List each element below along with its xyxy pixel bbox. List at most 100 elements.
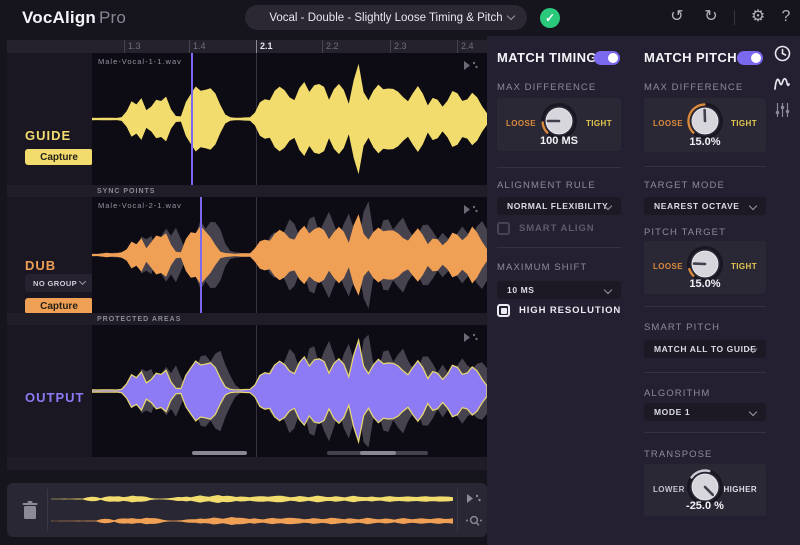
help-button[interactable]: ? [775,7,797,27]
loose-label: LOOSE [653,119,684,128]
horizontal-scrollbar-left[interactable] [192,451,247,455]
timeline-tick [322,40,323,53]
high-resolution-checkbox[interactable]: HIGH RESOLUTION [497,304,621,317]
pitch-target-knob[interactable]: LOOSE TIGHT 15.0% [644,241,766,294]
dub-track-options-icon[interactable] [463,203,479,216]
sliders-icon[interactable] [775,102,790,118]
gear-icon: ⚙ [750,8,766,25]
dub-waveform [92,201,487,309]
algorithm-dropdown[interactable]: MODE 1 [644,403,766,421]
chevron-down-icon [748,201,758,211]
target-mode-value: NEAREST OCTAVE [654,201,740,211]
guide-track-label: GUIDE [25,128,72,143]
protected-areas-strip[interactable]: PROTECTED AREAS [7,313,487,325]
section-divider [644,166,766,167]
timeline-tick-label: 2.3 [394,41,407,51]
guide-track-options-icon[interactable] [463,59,479,72]
overview-separator [47,489,48,531]
timing-max-difference-knob[interactable]: LOOSE TIGHT 100 MS [497,98,621,151]
match-timing-toggle[interactable] [594,51,620,65]
toolbar-divider [734,10,735,25]
check-glyph: ✓ [544,11,556,25]
output-track-options-icon[interactable] [463,331,479,344]
logo-secondary: Pro [99,8,127,27]
knob-value: 100 MS [540,135,578,147]
chevron-down-icon [506,11,516,21]
track-label-column: GUIDE Capture DUB NO GROUP Capture OUTPU… [7,53,93,457]
dub-file-name: Male-Vocal-2-1.wav [98,201,182,210]
timeline-tick [124,40,125,53]
match-pitch-toggle[interactable] [737,51,763,65]
redo-icon: ↻ [704,8,718,25]
alignment-rule-dropdown[interactable]: NORMAL FLEXIBILITY [497,197,621,215]
algorithm-label: ALGORITHM [644,388,711,399]
timeline-ruler[interactable]: 1.3 1.4 2.1 2.2 2.3 2.4 [7,40,487,53]
sync-points-strip[interactable]: SYNC POINTS [7,185,487,197]
timeline-tick [457,40,458,53]
match-pitch-title: MATCH PITCH [644,50,737,65]
dub-group-dropdown[interactable]: NO GROUP [25,274,93,292]
tight-label: TIGHT [586,119,612,128]
preset-dropdown[interactable]: Vocal - Double - Slightly Loose Timing &… [245,5,527,30]
overview-guide-waveform[interactable] [51,489,453,509]
output-waveform [92,334,487,448]
horizontal-scrollbar-right[interactable] [327,451,428,455]
transpose-label: TRANSPOSE [644,449,713,460]
timeline-tick-label: 2.1 [260,41,273,51]
section-divider [644,306,766,307]
pitch-max-difference-label: MAX DIFFERENCE [644,82,744,93]
timeline-tick-label: 2.2 [326,41,339,51]
overview-marker-icon[interactable] [466,492,482,505]
pitch-curve-icon[interactable] [773,74,791,91]
guide-capture-button[interactable]: Capture [25,149,93,165]
knob-value: 15.0% [689,136,721,148]
guide-playhead[interactable] [191,53,193,185]
overview-zoom-icon[interactable] [465,514,483,528]
tight-label: TIGHT [731,119,757,128]
top-bar: VocAlign Pro Vocal - Double - Slightly Lo… [0,0,800,36]
trash-icon[interactable] [20,500,40,521]
overview-dub-waveform[interactable] [51,511,453,531]
section-divider [497,247,621,248]
smart-pitch-label: SMART PITCH [644,322,721,333]
smart-pitch-dropdown[interactable]: MATCH ALL TO GUIDE [644,340,766,358]
chevron-down-icon [603,285,613,295]
checkbox-checked-icon [497,304,510,317]
guide-waveform [92,63,487,175]
pitch-target-label: PITCH TARGET [644,227,726,238]
higher-label: HIGHER [723,485,757,494]
dub-playhead[interactable] [200,197,202,313]
scrollbar-thumb[interactable] [360,451,396,455]
waveform-editor[interactable]: Male-Vocal-1-1.wav Male-Vocal-2-1.wav [92,53,487,457]
undo-button[interactable]: ↺ [666,7,688,27]
history-clock-icon[interactable] [774,45,791,62]
transpose-knob[interactable]: LOWER HIGHER -25.0 % [644,464,766,516]
timeline-tick [390,40,391,53]
section-divider [644,372,766,373]
high-resolution-label: HIGH RESOLUTION [519,305,622,316]
sync-points-label: SYNC POINTS [97,187,156,195]
overview-panel [7,483,487,537]
smart-align-checkbox[interactable]: SMART ALIGN [497,222,595,235]
tight-label: TIGHT [731,262,757,271]
target-mode-dropdown[interactable]: NEAREST OCTAVE [644,197,766,215]
status-check-icon: ✓ [540,8,560,28]
chevron-down-icon [748,407,758,417]
timeline-tick-label: 1.4 [193,41,206,51]
timeline-tick [256,40,257,53]
match-timing-title: MATCH TIMING [497,50,597,65]
settings-button[interactable]: ⚙ [747,7,769,27]
redo-button[interactable]: ↻ [700,7,722,27]
editor-footer-strip [7,457,487,470]
app-logo: VocAlign Pro [22,8,126,28]
maximum-shift-value: 10 MS [507,285,535,295]
timeline-tick-label: 2.4 [461,41,474,51]
loose-label: LOOSE [506,119,537,128]
pitch-max-difference-knob[interactable]: LOOSE TIGHT 15.0% [644,98,766,152]
timing-max-difference-label: MAX DIFFERENCE [497,82,597,93]
logo-primary: VocAlign [22,8,97,27]
smart-pitch-value: MATCH ALL TO GUIDE [654,344,757,354]
app-window: VocAlign Pro Vocal - Double - Slightly Lo… [0,0,800,545]
dub-capture-button[interactable]: Capture [25,298,93,314]
maximum-shift-dropdown[interactable]: 10 MS [497,281,621,299]
